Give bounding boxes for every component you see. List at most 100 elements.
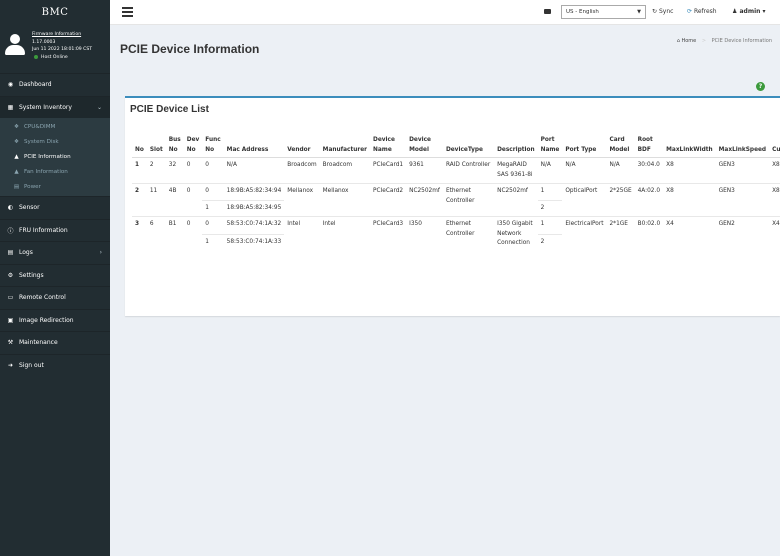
- cell-max-link-width: X8: [663, 183, 716, 217]
- col-no: No: [132, 133, 147, 158]
- language-select-value: US - English: [566, 9, 599, 15]
- user-avatar-icon: [4, 34, 26, 56]
- envelope-icon[interactable]: [544, 9, 551, 14]
- language-select[interactable]: US - English ▼: [561, 5, 646, 19]
- cell-mac: 58:53:C0:74:1A:32: [223, 216, 285, 235]
- info-icon: ❖: [13, 138, 19, 145]
- col-vendor: Vendor: [284, 133, 320, 158]
- sidebar-item-power[interactable]: ▤ Power: [0, 179, 110, 194]
- cell-func: 1: [202, 199, 224, 217]
- cell-mac: N/A: [223, 157, 285, 184]
- sidebar-item-pcie-information[interactable]: ▲ PCIE Information: [0, 149, 110, 164]
- bar-chart-icon: ▤: [7, 249, 14, 257]
- cubes-icon: ▦: [7, 103, 14, 111]
- sidebar-item-fan-information[interactable]: ▲ Fan Information: [0, 164, 110, 179]
- firmware-info-link[interactable]: Firmware Information: [32, 31, 92, 39]
- col-mac-address: Mac Address: [223, 133, 285, 158]
- sync-button[interactable]: ↻ Sync: [652, 8, 673, 15]
- cell-func: 0: [202, 183, 224, 200]
- cell-device-type: RAID Controller: [442, 157, 495, 184]
- cell-device-name: PCIeCard1: [370, 157, 407, 184]
- bmc-datetime: Jun 11 2022 18:01:09 CST: [32, 47, 93, 52]
- cell-no: 1: [132, 157, 147, 184]
- cell-dev: 0: [183, 216, 203, 252]
- sidebar-item-cpu-dimm[interactable]: ❖ CPU&DIMM: [0, 119, 110, 134]
- cell-device-type: Ethernet Controller: [442, 216, 495, 252]
- cell-device-name: PCIeCard2: [370, 183, 407, 217]
- sidebar-item-label: Image Redirection: [19, 316, 74, 324]
- user-menu[interactable]: ♟ admin ▾: [732, 8, 766, 15]
- sidebar-item-settings[interactable]: ⚙ Settings: [0, 263, 110, 287]
- cell-func: 1: [202, 233, 224, 252]
- cell-slot: 6: [146, 216, 166, 252]
- chart-icon: ▤: [13, 183, 20, 190]
- sidebar-item-sensor[interactable]: ◐ Sensor: [0, 196, 110, 219]
- col-card-model: Card Model: [606, 133, 635, 158]
- cell-root-bdf: 30:04.0: [634, 157, 664, 184]
- info-circle-icon: ⓘ: [7, 227, 14, 235]
- system-inventory-submenu: ❖ CPU&DIMM ❖ System Disk ▲ PCIE Informat…: [0, 118, 110, 196]
- sidebar-item-label: Sign out: [19, 361, 44, 369]
- col-bus-no: Bus No: [165, 133, 184, 158]
- sidebar-toggle-icon[interactable]: [122, 7, 133, 17]
- cell-max-link-speed: GEN3: [715, 183, 770, 217]
- cell-cur-link: X4: [769, 216, 780, 252]
- cell-dev: 0: [183, 183, 203, 217]
- sidebar-nav: ◉ Dashboard ▦ System Inventory ⌄ ❖ CPU&D…: [0, 73, 110, 376]
- cell-mac: 58:53:C0:74:1A:33: [223, 233, 285, 252]
- cell-cur-link: X8: [769, 183, 780, 217]
- cell-port-type: OpticalPort: [562, 183, 607, 217]
- col-device-name: Device Name: [370, 133, 407, 158]
- sync-icon: ↻: [652, 8, 658, 15]
- help-icon[interactable]: ?: [756, 82, 765, 91]
- sidebar-item-remote-control[interactable]: ▭ Remote Control: [0, 286, 110, 309]
- sidebar-item-image-redirection[interactable]: ▣ Image Redirection: [0, 308, 110, 332]
- cell-bus: 32: [165, 157, 184, 184]
- cell-port-type: ElectricalPort: [562, 216, 607, 252]
- page-title: PCIE Device Information: [120, 42, 260, 56]
- table-row: 2 11 4B 0 0 18:9B:A5:82:34:94 Mellanox M…: [132, 183, 780, 217]
- sidebar-item-maintenance[interactable]: ⚒ Maintenance: [0, 331, 110, 354]
- col-device-model: Device Model: [406, 133, 443, 158]
- speedometer-icon: ◐: [7, 204, 14, 212]
- cell-device-type: Ethernet Controller: [442, 183, 495, 217]
- sidebar-item-label: Dashboard: [19, 81, 52, 89]
- user-name: admin: [739, 8, 761, 15]
- cell-device-name: PCIeCard3: [370, 216, 407, 252]
- pcie-device-list-box: PCIE Device List No Slot Bus No Dev No F…: [125, 96, 780, 316]
- sidebar-item-system-inventory[interactable]: ▦ System Inventory ⌄: [0, 95, 110, 118]
- cell-max-link-speed: GEN3: [715, 157, 770, 184]
- sync-label: Sync: [658, 8, 674, 15]
- sidebar-item-sign-out[interactable]: ➜ Sign out: [0, 353, 110, 377]
- host-status: Host Online: [32, 54, 92, 62]
- col-port-name: Port Name: [537, 133, 563, 158]
- cell-port-name: 2: [537, 233, 563, 252]
- brand-logo[interactable]: BMC: [0, 0, 110, 25]
- user-info: Firmware Information 1.17.0003 Jun 11 20…: [32, 31, 92, 61]
- top-navbar: US - English ▼ ↻ Sync ⟳ Refresh ♟ admin …: [110, 0, 780, 25]
- sitemap-icon: ▲: [14, 153, 19, 160]
- col-port-type: Port Type: [562, 133, 607, 158]
- col-root-bdf: Root BDF: [634, 133, 664, 158]
- cell-bus: B1: [165, 216, 184, 252]
- cell-device-model: I350: [406, 216, 443, 252]
- wrench-icon: ⚒: [7, 339, 14, 347]
- sidebar-item-label: Remote Control: [19, 294, 66, 302]
- table-row: 1 2 32 0 0 N/A Broadcom Broadcom PCIeCar…: [132, 157, 780, 184]
- col-func-no: Func No: [202, 133, 224, 158]
- cell-manufacturer: Mellanox: [319, 183, 371, 217]
- sidebar-item-system-disk[interactable]: ❖ System Disk: [0, 134, 110, 149]
- refresh-icon: ⟳: [687, 8, 693, 15]
- sidebar-subitem-label: System Disk: [24, 138, 59, 145]
- home-icon: ⌂: [676, 38, 680, 44]
- sidebar-item-logs[interactable]: ▤ Logs ›: [0, 241, 110, 264]
- sidebar-item-fru-information[interactable]: ⓘ FRU Information: [0, 218, 110, 242]
- breadcrumb-home[interactable]: Home: [681, 38, 696, 44]
- sidebar-item-dashboard[interactable]: ◉ Dashboard: [0, 73, 110, 96]
- caret-down-icon: ▾: [762, 8, 766, 15]
- col-dev-no: Dev No: [183, 133, 203, 158]
- refresh-button[interactable]: ⟳ Refresh: [687, 8, 717, 15]
- cell-port-name: 1: [537, 216, 563, 235]
- col-cur-link: CurLi: [769, 133, 780, 158]
- sidebar-item-label: Maintenance: [19, 339, 58, 347]
